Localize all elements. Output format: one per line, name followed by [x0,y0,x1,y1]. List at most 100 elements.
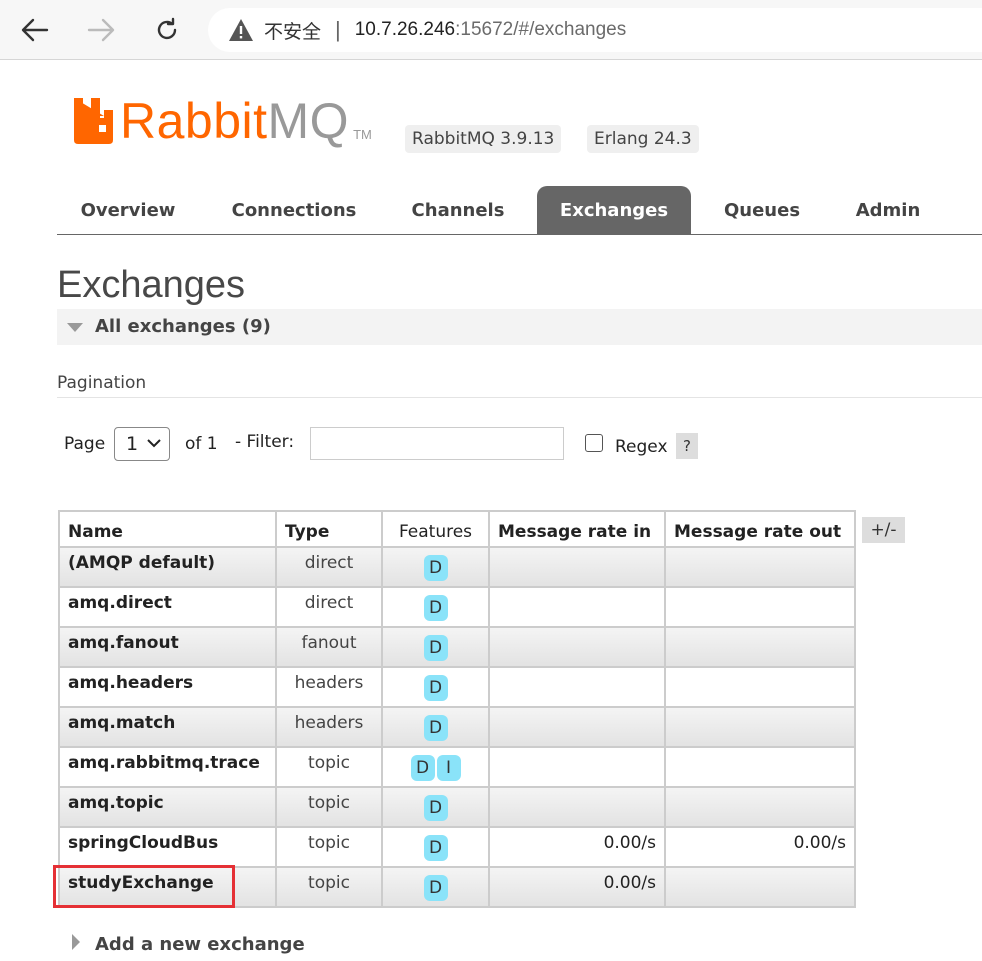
exchange-features: D [381,866,490,908]
exchange-type: headers [275,706,383,748]
message-rate-in: 0.00/s [488,866,666,908]
message-rate-out [664,586,856,628]
filter-input[interactable] [310,427,564,460]
message-rate-out [664,746,856,788]
page-select[interactable]: 1 [114,427,170,461]
exchange-name-link[interactable]: (AMQP default) [58,546,277,588]
add-new-exchange-label: Add a new exchange [95,934,305,955]
regex-label[interactable]: Regex [615,437,668,457]
page-label: Page [64,434,106,454]
tab-admin[interactable]: Admin [833,186,943,234]
column-header-rate-in[interactable]: Message rate in [488,510,666,548]
reload-icon [157,17,177,40]
logo-trademark: TM [353,127,372,142]
exchange-name-link[interactable]: amq.topic [58,786,277,828]
forward-button[interactable] [81,10,121,50]
toggle-columns-button[interactable]: +/- [862,517,905,543]
exchange-features: D [381,786,490,828]
message-rate-out [664,666,856,708]
exchange-features: D [381,546,490,588]
chevron-down-icon [147,439,161,448]
table-row: amq.direct direct D [58,586,856,628]
message-rate-in [488,786,666,828]
regex-checkbox[interactable] [585,434,603,452]
add-new-exchange-toggle[interactable]: Add a new exchange [72,934,305,955]
erlang-version-badge: Erlang 24.3 [587,125,699,153]
message-rate-out: 0.00/s [664,826,856,868]
filter-label: - Filter: [235,432,295,452]
all-exchanges-label: All exchanges (9) [95,316,271,337]
collapse-triangle-icon [67,323,83,332]
table-row: amq.headers headers D [58,666,856,708]
message-rate-out [664,626,856,668]
url-host: 10.7.26.246 [354,19,456,40]
exchange-name-link[interactable]: amq.rabbitmq.trace [58,746,277,788]
all-exchanges-section-header[interactable]: All exchanges (9) [57,309,982,345]
regex-help-button[interactable]: ? [676,433,698,459]
exchange-name-link[interactable]: amq.direct [58,586,277,628]
exchange-name-link[interactable]: amq.match [58,706,277,748]
insecure-label[interactable]: 不安全 [264,17,321,44]
browser-toolbar: 不安全 | 10.7.26.246:15672/#/exchanges [0,0,982,60]
message-rate-out [664,706,856,748]
table-row: amq.rabbitmq.trace topic D I [58,746,856,788]
message-rate-out [664,786,856,828]
column-header-name[interactable]: Name [58,510,277,548]
forward-arrow-icon [87,18,115,42]
message-rate-out [664,546,856,588]
back-arrow-icon [21,18,49,42]
page-count-label: of 1 [185,434,218,454]
feature-badge: D [423,875,448,901]
exchange-type: direct [275,586,383,628]
feature-badge: D [410,755,435,781]
message-rate-in [488,666,666,708]
exchanges-table: Name Type Features Message rate in Messa… [58,510,856,908]
exchange-name-link[interactable]: amq.headers [58,666,277,708]
highlight-box [53,865,235,908]
tab-connections[interactable]: Connections [217,186,371,234]
feature-badge: D [423,715,448,741]
address-bar[interactable]: 不安全 | 10.7.26.246:15672/#/exchanges [208,8,982,52]
feature-badge: D [423,795,448,821]
exchange-type: fanout [275,626,383,668]
warning-icon[interactable] [228,18,254,42]
column-header-type[interactable]: Type [275,510,383,548]
rabbitmq-logo[interactable]: Rabbit MQ TM [74,93,372,149]
tab-exchanges[interactable]: Exchanges [537,186,691,234]
tab-overview[interactable]: Overview [57,186,199,234]
message-rate-out [664,866,856,908]
pagination-heading: Pagination [57,373,147,393]
exchange-type: topic [275,866,383,908]
feature-badge: D [423,635,448,661]
exchange-type: topic [275,826,383,868]
tab-queues[interactable]: Queues [709,186,815,234]
message-rate-in [488,626,666,668]
exchange-name-link[interactable]: springCloudBus [58,826,277,868]
message-rate-in [488,546,666,588]
table-row: amq.topic topic D [58,786,856,828]
back-button[interactable] [15,10,55,50]
message-rate-in [488,586,666,628]
logo-rabbit-text: Rabbit [120,93,268,149]
message-rate-in [488,746,666,788]
exchange-features: DI [381,746,490,788]
column-header-features[interactable]: Features [381,510,490,548]
exchange-type: headers [275,666,383,708]
feature-badge: D [423,595,448,621]
table-row: amq.fanout fanout D [58,626,856,668]
exchange-type: topic [275,786,383,828]
feature-badge: D [423,835,448,861]
exchange-name-link[interactable]: amq.fanout [58,626,277,668]
column-header-rate-out[interactable]: Message rate out [664,510,856,548]
pagination-controls: Page 1 of 1 - Filter: Regex ? [64,427,764,461]
reload-button[interactable] [147,10,187,50]
exchange-features: D [381,666,490,708]
message-rate-in: 0.00/s [488,826,666,868]
tab-channels[interactable]: Channels [389,186,527,234]
exchange-features: D [381,826,490,868]
rabbit-logo-icon [74,98,116,144]
page-select-value: 1 [126,433,139,455]
rabbitmq-version-badge: RabbitMQ 3.9.13 [405,125,562,153]
exchange-type: direct [275,546,383,588]
url-separator: | [335,17,341,42]
